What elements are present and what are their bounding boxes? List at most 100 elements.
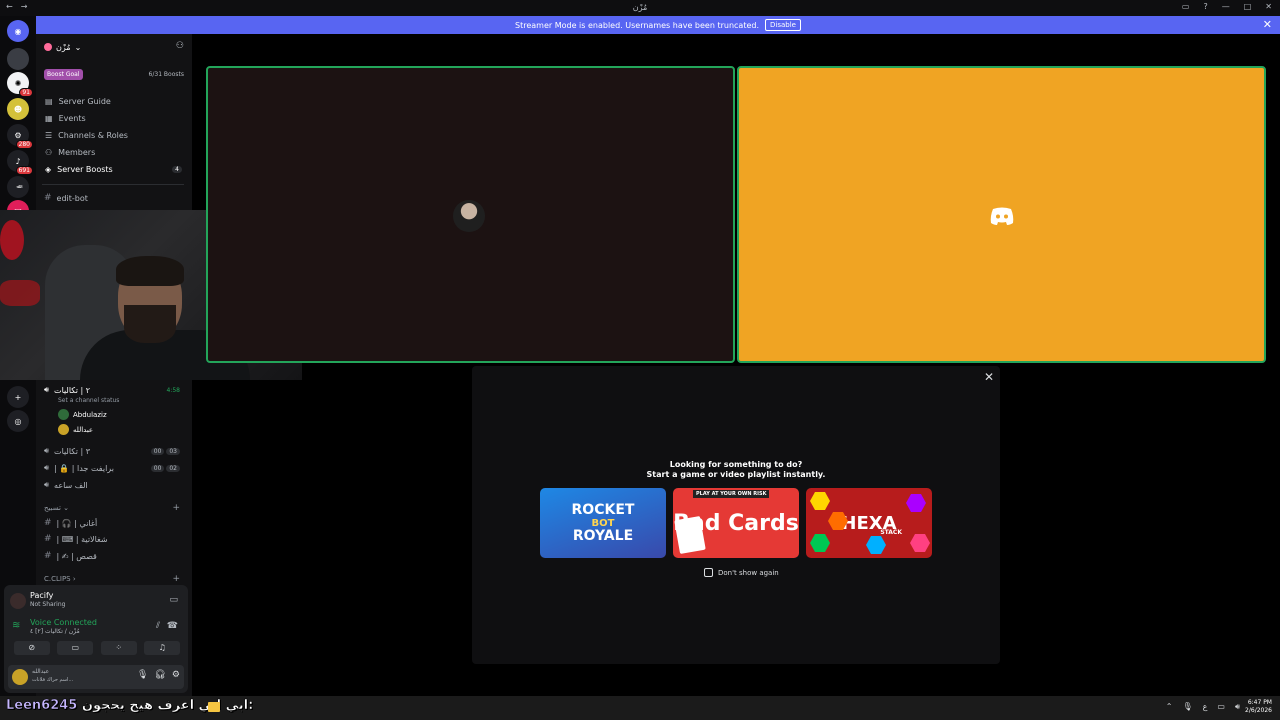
mention-badge: 691 xyxy=(15,166,33,175)
channel-label: | 🎧 | أغاني xyxy=(56,518,98,528)
game-card-rocket-bot-royale[interactable]: ROCKET BOT ROYALE xyxy=(540,488,666,558)
avatar[interactable] xyxy=(12,669,28,685)
minimize-button[interactable]: — xyxy=(1222,2,1230,11)
channel-status[interactable]: Set a channel status xyxy=(58,397,119,404)
text-channel-3[interactable]: # | ✍ | قصص xyxy=(44,549,184,563)
microphone-icon[interactable]: 🎙︎ xyxy=(137,670,148,680)
game-card-bad-cards[interactable]: PLAY AT YOUR OWN RISK Bad Cards xyxy=(673,488,799,558)
hex-shape xyxy=(910,534,930,552)
activity-prompt: ✕ Looking for something to do? Start a g… xyxy=(472,366,1000,664)
folder-icon[interactable] xyxy=(208,702,220,712)
category-1[interactable]: تسبيح ⌄ + xyxy=(44,503,184,513)
boost-count: 6/31 Boosts xyxy=(148,70,184,78)
caption-user: Leen6245 xyxy=(6,698,78,714)
camera-off-button[interactable]: ⊘ xyxy=(13,641,50,655)
window-controls: ▭ ? — □ ✕ xyxy=(1182,2,1272,11)
gear-icon[interactable]: ⚙ xyxy=(172,670,180,680)
network-icon[interactable]: ▭ xyxy=(1217,702,1225,712)
close-icon[interactable]: ✕ xyxy=(984,370,994,384)
server-icon-6[interactable]: ﷲ xyxy=(7,176,29,198)
voice-user-1[interactable]: Abdulaziz xyxy=(58,408,107,421)
menu-events[interactable]: ▦ Events xyxy=(42,110,188,127)
boost-goal-row[interactable]: Boost Goal 6/31 Boosts xyxy=(44,68,184,80)
help-icon[interactable]: ? xyxy=(1203,2,1207,11)
voice-timer: 4:58 xyxy=(166,386,180,394)
voice-channel-2[interactable]: 🔊︎ ٣ | تكاليات 00 03 xyxy=(44,444,184,458)
voice-channel-4[interactable]: 🔊︎ الف ساعه xyxy=(44,478,184,492)
category-2[interactable]: C.CLIPS › + xyxy=(44,574,184,584)
add-server-icon[interactable]: + xyxy=(7,386,29,408)
server-icon-5[interactable]: ♪ 691 xyxy=(7,150,33,175)
dont-show-again-checkbox[interactable]: Don't show again xyxy=(704,568,779,577)
menu-channels-roles[interactable]: ☰ Channels & Roles xyxy=(42,127,188,144)
checkbox-box[interactable] xyxy=(704,568,713,577)
menu-members[interactable]: ⚇ Members xyxy=(42,144,188,161)
video-tile-discord[interactable] xyxy=(737,66,1266,363)
banner-close-icon[interactable]: ✕ xyxy=(1263,18,1272,31)
channel-label: | ✍ | قصص xyxy=(56,551,97,561)
signal-icon[interactable]: ≋ xyxy=(12,620,20,631)
avatar xyxy=(58,424,69,435)
volume-icon[interactable]: 🔊︎ xyxy=(1235,702,1240,712)
invite-icon[interactable]: ⚇ xyxy=(176,41,184,51)
decor-fire xyxy=(0,280,40,306)
mic-tray-icon[interactable]: 🎙︎ xyxy=(1182,702,1192,712)
add-channel-icon[interactable]: + xyxy=(172,574,180,584)
voice-channel-1[interactable]: 🔊︎ ٢ | تكاليات 4:58 xyxy=(44,383,184,397)
close-window-button[interactable]: ✕ xyxy=(1265,2,1272,11)
back-icon[interactable]: ← xyxy=(6,2,13,11)
user-limit: 03 xyxy=(166,447,180,455)
clock[interactable]: 6:47 PM 2/6/2026 xyxy=(1245,699,1272,715)
mention-badge: 91 xyxy=(19,88,33,97)
server-icon-1[interactable] xyxy=(7,48,29,70)
my-status: اسم حراك فلانات... xyxy=(32,677,74,683)
screen-share-icon[interactable]: ▭ xyxy=(169,595,178,605)
channel-label: | ⌨ | شغالاتية xyxy=(56,534,108,544)
game-card-hexa-stack[interactable]: HEXA STACK xyxy=(806,488,932,558)
menu-server-boosts[interactable]: ◈ Server Boosts 4 xyxy=(42,161,188,178)
hex-shape xyxy=(866,536,886,554)
server-icon-4[interactable]: ⚙ 280 xyxy=(7,124,33,149)
game-tagline: PLAY AT YOUR OWN RISK xyxy=(693,490,770,498)
soundboard-button[interactable]: ♫ xyxy=(144,641,181,655)
server-icon-2[interactable]: ✺ 91 xyxy=(7,72,33,97)
voice-channel-3[interactable]: 🔊︎ | 🔒 | برايفت جدا 00 02 xyxy=(44,461,184,475)
channel-label: | 🔒 | برايفت جدا xyxy=(54,463,114,473)
title-bar: ← → مُزْن ▭ ? — □ ✕ xyxy=(0,0,1280,16)
maximize-button[interactable]: □ xyxy=(1244,2,1252,11)
video-tile-user[interactable] xyxy=(206,66,735,363)
menu-label: Channels & Roles xyxy=(58,131,128,140)
voice-connected: ≋ Voice Connected مُزْن / تكاليات [٢] ٤ … xyxy=(12,618,184,640)
server-header[interactable]: مُزْن ⌄ ⚇ xyxy=(44,40,192,54)
noise-suppression-icon[interactable]: ⫽ xyxy=(156,621,160,631)
text-channel-2[interactable]: # | ⌨ | شغالاتية xyxy=(44,532,184,546)
card-graphic xyxy=(674,516,706,554)
forward-icon[interactable]: → xyxy=(21,2,28,11)
user-limit: 02 xyxy=(166,464,180,472)
mention-badge: 280 xyxy=(15,140,33,149)
voice-user-2[interactable]: عبدالله xyxy=(58,423,93,436)
voice-title[interactable]: Voice Connected xyxy=(30,618,97,627)
decor-red xyxy=(0,220,24,260)
headphones-icon[interactable]: 🎧︎ xyxy=(154,670,165,680)
server-icon-3[interactable]: ☻ xyxy=(7,98,29,120)
user-count: 00 xyxy=(150,447,165,455)
disconnect-icon[interactable]: ☎ xyxy=(167,621,178,631)
menu-server-guide[interactable]: ▤ Server Guide xyxy=(42,93,188,110)
discord-home-icon[interactable]: ◉ xyxy=(7,20,29,42)
boost-goal-label: Boost Goal xyxy=(44,68,83,80)
activities-button[interactable]: ⁘ xyxy=(100,641,137,655)
list-icon: ☰ xyxy=(45,131,53,140)
share-screen-button[interactable]: ▭ xyxy=(57,641,94,655)
language-indicator[interactable]: ع xyxy=(1203,702,1208,712)
chevron-up-icon[interactable]: ⌃ xyxy=(1166,702,1173,712)
speaker-icon: 🔊︎ xyxy=(44,463,50,472)
channel-edit-bot[interactable]: # edit-bot xyxy=(44,191,184,205)
avatar xyxy=(10,593,26,609)
stream-row: Pacify Not Sharing ▭ xyxy=(10,591,182,611)
inbox-icon[interactable]: ▭ xyxy=(1182,2,1190,11)
text-channel-1[interactable]: # | 🎧 | أغاني xyxy=(44,516,184,530)
disable-button[interactable]: Disable xyxy=(765,19,801,31)
add-channel-icon[interactable]: + xyxy=(172,503,180,513)
discover-icon[interactable]: ◎ xyxy=(7,410,29,432)
